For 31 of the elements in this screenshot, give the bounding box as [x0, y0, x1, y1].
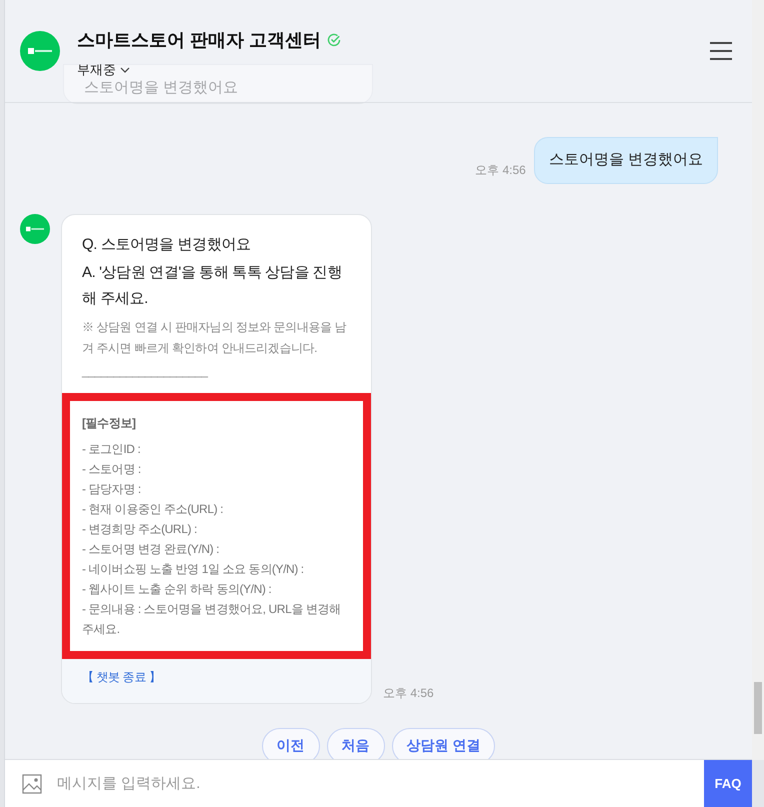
- quick-reply-button[interactable]: 이전: [262, 728, 320, 759]
- message-text: 스토어명을 변경했어요: [84, 79, 238, 96]
- answer-text: A. '상담원 연결'을 통해 톡톡 상담을 진행해 주세요.: [82, 262, 343, 308]
- message-time: 오후 4:56: [383, 684, 434, 702]
- logo-icon: [20, 214, 50, 244]
- required-item: - 변경희망 주소(URL) :: [82, 520, 198, 538]
- divider-text: ____________________: [82, 362, 209, 380]
- required-item: - 웹사이트 노출 순위 하락 동의(Y/N) :: [82, 580, 272, 598]
- chevron-down-icon: [120, 66, 130, 72]
- faq-button[interactable]: FAQ: [704, 760, 752, 807]
- required-item: - 담당자명 :: [82, 480, 142, 498]
- required-item: - 문의내용 : 스토어명을 변경했어요, URL을 변경해 주세요.: [82, 600, 342, 638]
- end-chatbot-link[interactable]: 【 챗봇 종료 】: [82, 670, 160, 684]
- required-item: - 스토어명 변경 완료(Y/N) :: [82, 540, 220, 558]
- message-bubble: 스토어명을 변경했어요: [534, 137, 718, 184]
- image-icon[interactable]: [22, 774, 42, 794]
- message-time: 오후 4:56: [475, 162, 526, 178]
- quick-reply-button[interactable]: 처음: [326, 728, 385, 759]
- quick-reply-button[interactable]: 상담원 연결: [392, 728, 496, 759]
- menu-button[interactable]: [710, 42, 732, 60]
- required-item: - 현재 이용중인 주소(URL) :: [82, 500, 224, 518]
- required-item: - 로그인ID :: [82, 440, 142, 458]
- note-text: ※ 상담원 연결 시 판매자님의 정보와 문의내용을 남겨 주시면 빠르게 확인하여 안내드리겠습니다.: [82, 318, 348, 356]
- question-text: Q. 스토어명을 변경했어요: [82, 234, 252, 254]
- message-composer[interactable]: 메시지를 입력하세요. FAQ: [5, 759, 752, 807]
- required-title: [필수정보]: [82, 414, 137, 432]
- required-item: - 스토어명 :: [82, 460, 142, 478]
- status-dropdown[interactable]: 부재중: [77, 60, 342, 80]
- logo-icon: [20, 31, 60, 71]
- chat-title: 스마트스토어 판매자 고객센터: [77, 28, 322, 52]
- required-item: - 네이버쇼핑 노출 반영 1일 소요 동의(Y/N) :: [82, 560, 305, 578]
